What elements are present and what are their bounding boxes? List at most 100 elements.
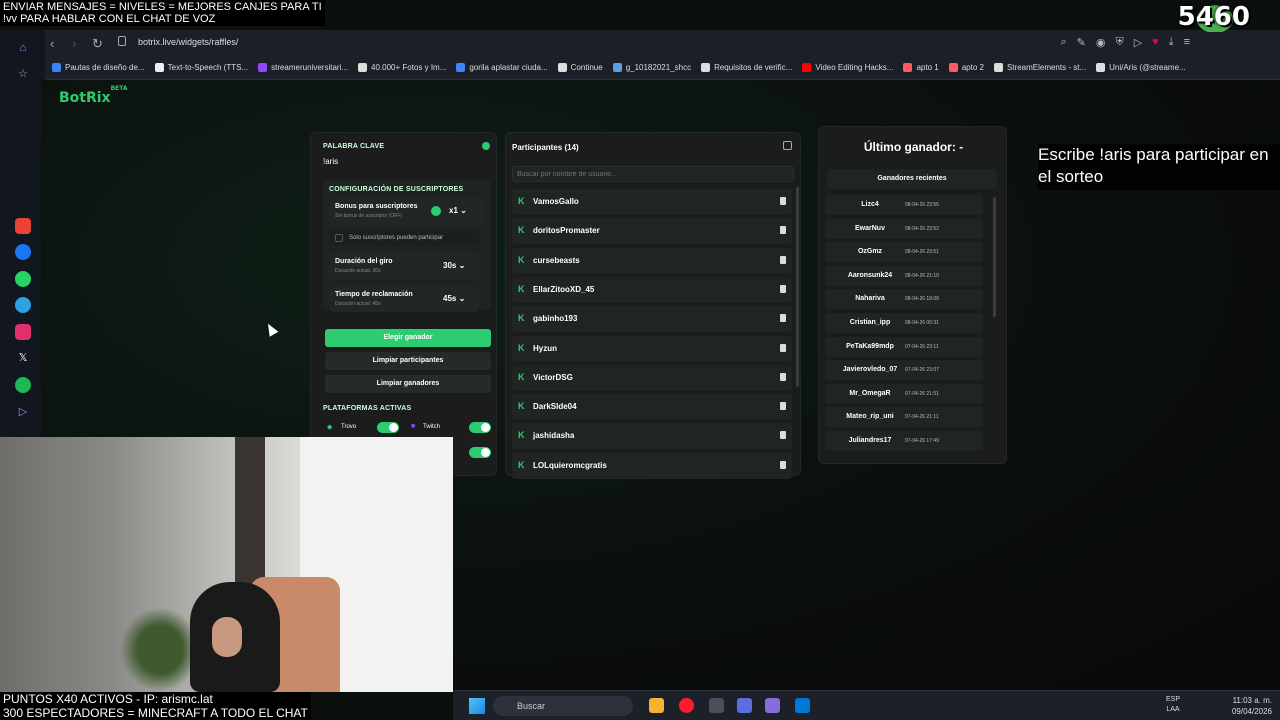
bonus-title: Bonus para suscriptores [335, 203, 418, 210]
info-icon[interactable] [482, 142, 490, 150]
instagram-icon[interactable] [15, 324, 31, 340]
bookmark-item[interactable]: Video Editing Hacks... [802, 63, 893, 72]
winner-name: Lizc4 [861, 201, 879, 208]
winners-scrollbar[interactable] [993, 197, 996, 317]
address-bar: ‹ › ↻ botrix.live/widgets/raffles/ ⌕ ✎ ◉… [46, 30, 1280, 56]
store-icon[interactable] [795, 698, 810, 713]
bookmark-item[interactable]: apto 1 [903, 63, 939, 72]
bonus-info-icon[interactable] [431, 206, 441, 216]
trash-icon[interactable] [780, 255, 786, 264]
url-field[interactable]: botrix.live/widgets/raffles/ [138, 37, 238, 47]
trash-icon[interactable] [780, 314, 786, 323]
bookmark-item[interactable]: Continue [557, 63, 603, 72]
file-explorer-icon[interactable] [649, 698, 664, 713]
subs-only-checkbox[interactable] [335, 234, 343, 242]
twitch-toggle[interactable] [469, 422, 491, 433]
heart-icon[interactable]: ♥ [1152, 36, 1159, 49]
home-icon[interactable]: ⌂ [15, 40, 31, 56]
trovo-label: Trovo [341, 424, 357, 430]
bookmark-item[interactable]: Pautas de diseño de... [52, 63, 145, 72]
winner-date: 07-04-26 21:51 [905, 390, 939, 397]
bookmark-item[interactable]: Text-to-Speech (TTS... [154, 63, 248, 72]
taskbar-search[interactable]: Buscar [493, 696, 633, 716]
bookmark-item[interactable]: g_10182021_shcc [612, 63, 691, 72]
streamer-face [212, 617, 242, 657]
camera-icon[interactable]: ◉ [1096, 36, 1106, 49]
kick-icon: K [518, 430, 525, 441]
spin-sub: Duración actual: 30s [335, 268, 381, 274]
play-icon[interactable]: ▷ [1134, 36, 1142, 49]
windows-start-icon[interactable] [469, 698, 485, 714]
trash-icon[interactable] [780, 343, 786, 352]
participant-search-input[interactable] [512, 166, 794, 182]
clock[interactable]: 11:03 a. m. 09/04/2026 [1232, 695, 1272, 717]
clear-winners-button[interactable]: Limpiar ganadores [325, 375, 491, 393]
lang-2: LAA [1166, 706, 1180, 713]
messenger-icon[interactable] [15, 244, 31, 260]
claim-dropdown[interactable]: 45s ⌄ [443, 294, 465, 303]
trash-icon[interactable] [780, 460, 786, 469]
bookmark-favicon-icon [903, 63, 913, 72]
back-icon[interactable]: ‹ [50, 36, 54, 51]
last-winner: Último ganador: - [863, 140, 964, 154]
whatsapp-icon[interactable] [15, 271, 31, 287]
trash-icon[interactable] [780, 372, 786, 381]
opera-icon[interactable] [679, 698, 694, 713]
subs-config-card: CONFIGURACIÓN DE SUSCRIPTORES Bonus para… [323, 180, 491, 312]
stream-overlay-bottom: PUNTOS X40 ACTIVOS - IP: arismc.lat 300 … [0, 692, 311, 720]
subs-only-row[interactable]: Solo suscriptores pueden participar [329, 230, 479, 246]
participant-row: Kjashidasha [512, 423, 792, 450]
winner-date: 07-04-26 17:49 [905, 438, 939, 444]
bookmark-item[interactable]: apto 2 [948, 63, 984, 72]
menu-icon[interactable]: ≡ [1184, 36, 1190, 49]
download-icon[interactable]: ⤓ [1169, 36, 1174, 49]
edit-icon[interactable]: ✎ [1077, 36, 1086, 49]
participants-scrollbar[interactable] [796, 187, 799, 387]
trash-icon[interactable] [780, 284, 786, 293]
bookmark-item[interactable]: gorila aplastar ciuda... [456, 63, 548, 72]
pick-winner-button[interactable]: Elegir ganador [325, 329, 491, 347]
bookmark-item[interactable]: 40.000+ Fotos y Im... [358, 63, 446, 72]
clear-participants-button[interactable]: Limpiar participantes [325, 352, 491, 370]
participant-name: LOLquieromcgratis [533, 460, 607, 470]
beta-badge: BETA [110, 85, 128, 93]
player-icon[interactable]: ▷ [15, 404, 31, 420]
winner-date: 08-04-26 00:31 [905, 320, 939, 326]
star-icon[interactable]: ☆ [15, 66, 31, 82]
shield-icon[interactable]: ⛨ [1115, 36, 1123, 49]
bookmark-label: StreamElements - st... [1006, 63, 1087, 72]
telegram-icon[interactable] [15, 297, 31, 313]
stream-overlay-top: ENVIAR MENSAJES = NIVELES = MEJORES CANJ… [0, 0, 325, 26]
bookmark-item[interactable]: StreamElements - st... [993, 63, 1087, 72]
app-icon[interactable] [709, 698, 724, 713]
copy-icon[interactable] [783, 141, 792, 150]
bookmark-item[interactable]: Uni/Aris (@streame... [1096, 63, 1186, 72]
trash-icon[interactable] [780, 431, 786, 440]
bookmark-label: apto 1 [916, 63, 939, 72]
kick-icon: K [518, 254, 525, 265]
search-icon[interactable]: ⌕ [1060, 36, 1066, 49]
trash-icon[interactable] [780, 197, 786, 205]
trash-icon[interactable] [780, 402, 786, 411]
bookmark-item[interactable]: Requisitos de verific... [701, 63, 792, 72]
x-icon[interactable]: 𝕏 [15, 350, 31, 366]
trovo-toggle[interactable] [377, 422, 399, 433]
platform-toggle-3[interactable] [469, 447, 491, 458]
teams-icon[interactable] [737, 698, 752, 713]
reload-icon[interactable]: ↻ [92, 36, 103, 52]
participants-panel: Participantes (14) K VamosGallo KdoritosPr… [505, 132, 801, 479]
gmail-icon[interactable] [15, 218, 31, 234]
participant-name: cursebeasts [533, 255, 580, 265]
keyword-input[interactable]: !aris [323, 157, 489, 171]
bookmark-item[interactable]: streameruniversitari... [258, 63, 348, 72]
teams-alt-icon[interactable] [765, 698, 780, 713]
winner-name: Cristian_ipp [849, 319, 891, 326]
bonus-dropdown[interactable]: x1 ⌄ [449, 206, 467, 215]
language-indicator[interactable]: ESP LAA [1166, 695, 1180, 715]
spotify-icon[interactable] [15, 377, 31, 393]
botrix-logo[interactable]: BotRixBETA [59, 85, 128, 106]
overlay-line-1: ENVIAR MENSAJES = NIVELES = MEJORES CANJ… [3, 1, 322, 13]
trash-icon[interactable] [780, 226, 786, 235]
spin-dropdown[interactable]: 30s ⌄ [443, 261, 465, 270]
forward-icon[interactable]: › [72, 36, 76, 51]
